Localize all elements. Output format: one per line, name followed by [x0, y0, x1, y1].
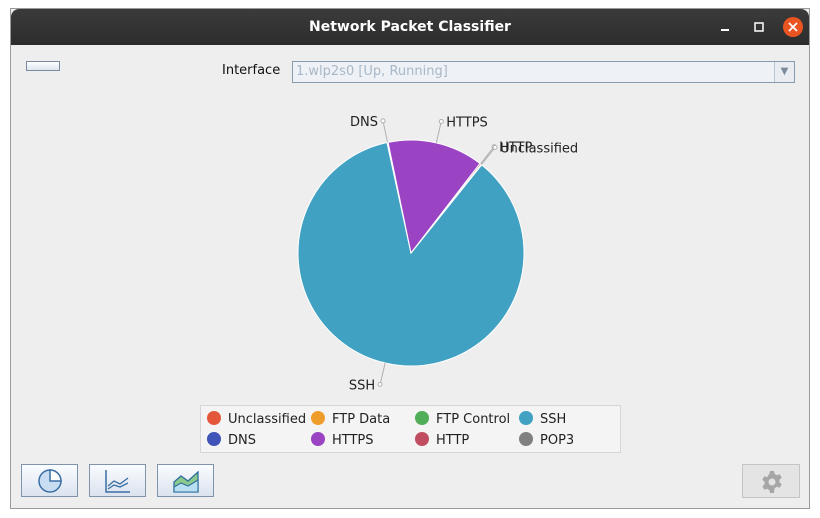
pie-view-button[interactable]	[21, 464, 78, 497]
pie-leader-dot	[380, 118, 386, 124]
legend-swatch	[207, 432, 221, 446]
close-button[interactable]	[783, 17, 803, 37]
maximize-button[interactable]	[749, 17, 769, 37]
title-bar: Network Packet Classifier	[11, 9, 809, 45]
pie-label-ssh: SSH	[349, 378, 375, 393]
legend-item-unclassified: Unclassified	[207, 411, 306, 427]
pie-leader-line	[382, 120, 389, 143]
maximize-icon	[754, 22, 764, 32]
pie-leader-line	[480, 146, 495, 165]
legend-label: FTP Data	[332, 412, 391, 427]
minimize-icon	[721, 29, 729, 31]
legend-swatch	[519, 411, 533, 425]
pie-chart: SSHDNS HTTPSHTTPUnclassified	[297, 115, 578, 393]
pie-leader-line	[435, 121, 442, 143]
pie-label-unclassified: Unclassified	[500, 141, 578, 156]
legend-swatch	[311, 411, 325, 425]
settings-button[interactable]	[742, 464, 800, 498]
legend-label: HTTPS	[332, 433, 374, 448]
legend-item-http: HTTP	[415, 432, 469, 448]
legend-swatch	[415, 432, 429, 446]
pie-leader-dot	[492, 144, 498, 150]
minimize-button[interactable]	[715, 17, 735, 37]
pie-leader-line	[480, 147, 496, 165]
legend-item-dns: DNS	[207, 432, 256, 448]
legend-swatch	[311, 432, 325, 446]
area-view-button[interactable]	[157, 464, 214, 497]
legend-item-ftp-control: FTP Control	[415, 411, 510, 427]
close-icon	[788, 22, 798, 32]
window-title: Network Packet Classifier	[309, 19, 511, 35]
legend-label: SSH	[540, 412, 567, 427]
pie-leader-dot	[377, 381, 383, 387]
legend-item-ssh: SSH	[519, 411, 566, 427]
legend-item-https: HTTPS	[311, 432, 374, 448]
legend-label: FTP Control	[436, 412, 511, 427]
app-window: Network Packet Classifier Interface 1.wl…	[10, 8, 810, 509]
legend-swatch	[415, 411, 429, 425]
pie-leader-dot	[438, 118, 444, 124]
pie-label-dns: DNS	[350, 115, 378, 130]
legend-label: DNS	[228, 433, 256, 448]
legend-label: Unclassified	[228, 412, 307, 427]
legend-label: POP3	[540, 433, 575, 448]
legend-swatch	[207, 411, 221, 425]
legend-label: HTTP	[436, 433, 470, 448]
pie-chart-icon	[38, 469, 62, 493]
line-chart-icon	[105, 470, 130, 493]
gear-icon	[762, 471, 782, 493]
pie-leader-line	[379, 362, 386, 385]
legend-swatch	[519, 432, 533, 446]
pie-label-https: HTTPS	[446, 115, 488, 130]
legend-item-ftp-data: FTP Data	[311, 411, 390, 427]
line-view-button[interactable]	[89, 464, 146, 497]
chart-legend: Unclassified FTP Data FTP Control SSH DNS HTT…	[200, 405, 621, 453]
area-chart-icon	[173, 470, 199, 493]
legend-item-pop3: POP3	[519, 432, 574, 448]
